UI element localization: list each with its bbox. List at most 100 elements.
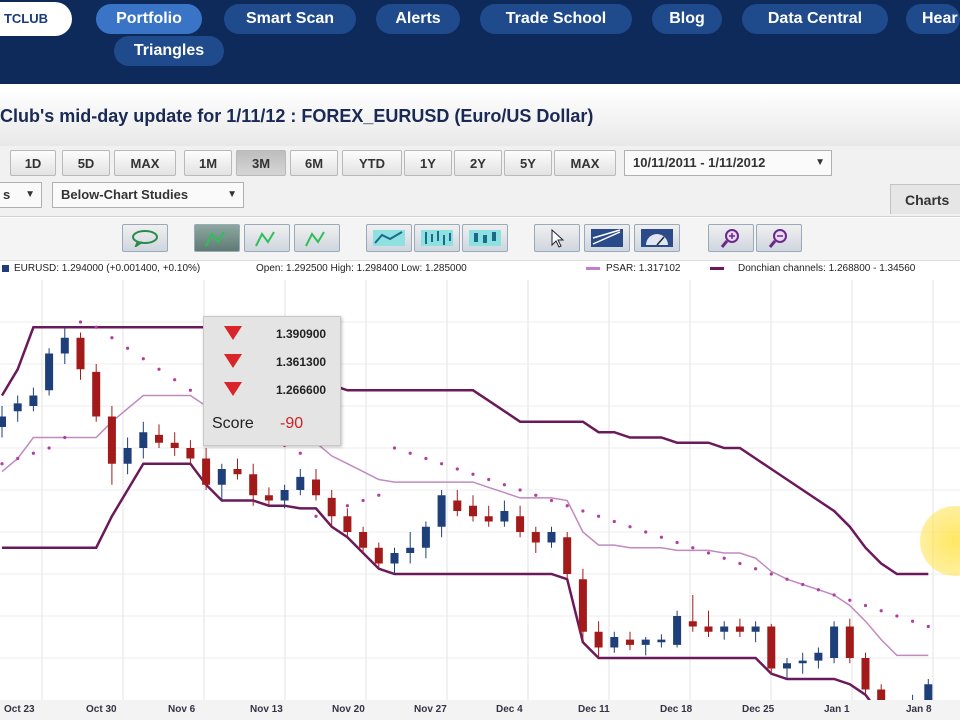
range-1d-button[interactable]: 1D — [10, 150, 56, 176]
candle-body — [657, 639, 666, 643]
psar-value: PSAR: 1.317102 — [606, 263, 681, 274]
trend-weekly-icon[interactable] — [244, 224, 290, 252]
line-chart-glyph — [373, 230, 405, 246]
candle-body — [845, 626, 854, 658]
line-chart-icon[interactable] — [366, 224, 412, 252]
zoom-out-icon[interactable] — [756, 224, 802, 252]
psar-dot — [769, 572, 773, 576]
date-range-dropdown[interactable]: 10/11/2011 - 1/11/2012 ▼ — [624, 150, 832, 176]
range-1m-button[interactable]: 1M — [184, 150, 232, 176]
signal-value: 1.361300 — [276, 355, 327, 369]
x-tick-label: Oct 23 — [4, 704, 35, 715]
candle-body — [0, 416, 6, 427]
trendline-draw-icon[interactable] — [584, 224, 630, 252]
psar-dot — [188, 388, 192, 392]
studies-dropdown[interactable]: s ▼ — [0, 182, 42, 208]
psar-dot — [816, 588, 821, 592]
candlestick-chart-glyph — [469, 230, 501, 246]
pointer-icon[interactable] — [534, 224, 580, 252]
candle-body — [469, 505, 477, 517]
psar-dot — [848, 598, 852, 602]
range-1y-button[interactable]: 1Y — [404, 150, 452, 176]
psar-dot — [314, 514, 318, 518]
price-chart[interactable] — [0, 280, 960, 700]
psar-dot — [31, 451, 35, 455]
ohlc-chart-glyph — [421, 230, 453, 246]
range-2y-button[interactable]: 2Y — [454, 150, 502, 176]
x-tick-label: Dec 11 — [578, 704, 610, 715]
tab-charts[interactable]: Charts — [890, 184, 960, 214]
psar-dot — [502, 483, 506, 487]
psar-dot — [722, 556, 726, 560]
candle-body — [421, 526, 430, 548]
range-5d-button[interactable]: 5D — [62, 150, 110, 176]
x-tick-label: Nov 13 — [250, 704, 283, 715]
nav-hear[interactable]: Hear — [906, 4, 960, 34]
psar-dot — [706, 551, 711, 555]
candle-body — [170, 442, 179, 448]
psar-dot — [911, 619, 915, 623]
nav-data-central[interactable]: Data Central — [742, 4, 888, 34]
top-navigation: TCLUB Portfolio Smart Scan Alerts Trade … — [0, 0, 960, 84]
trend-neutral-icon[interactable] — [194, 224, 240, 252]
candle-body — [202, 458, 211, 485]
psar-dot — [455, 467, 459, 471]
candle-body — [107, 416, 116, 464]
psar-dot — [879, 609, 883, 613]
below-chart-studies-dropdown[interactable]: Below-Chart Studies ▼ — [52, 182, 244, 208]
nav-blog[interactable]: Blog — [652, 4, 722, 34]
nav-trade-school[interactable]: Trade School — [480, 4, 632, 34]
psar-dot — [298, 451, 302, 455]
candle-body — [751, 626, 760, 632]
nav-smart-scan[interactable]: Smart Scan — [224, 4, 356, 34]
psar-dot — [628, 525, 632, 529]
range-3m-button[interactable]: 3M — [236, 150, 286, 176]
pointer-glyph — [551, 228, 565, 248]
psar-dot — [16, 456, 20, 461]
range-6m-button[interactable]: 6M — [290, 150, 338, 176]
candle-body — [390, 553, 399, 564]
comment-icon[interactable] — [122, 224, 168, 252]
score-label: Score — [212, 415, 254, 432]
candle-body — [924, 684, 933, 700]
site-logo[interactable]: TCLUB — [0, 2, 72, 36]
candle-body — [814, 652, 823, 661]
psar-dot — [141, 357, 145, 361]
range-ytd-button[interactable]: YTD — [342, 150, 402, 176]
psar-dot — [534, 493, 538, 497]
candlestick-chart-icon[interactable] — [462, 224, 508, 252]
trend-daily-icon[interactable] — [294, 224, 340, 252]
nav-triangles[interactable]: Triangles — [114, 36, 224, 66]
ohlc-chart-icon[interactable] — [414, 224, 460, 252]
nav-portfolio[interactable]: Portfolio — [96, 4, 202, 34]
nav-alerts[interactable]: Alerts — [376, 4, 460, 34]
comment-icon-glyph — [132, 230, 158, 247]
candle-body — [249, 474, 258, 496]
psar-dot — [487, 477, 491, 482]
range-5y-button[interactable]: 5Y — [504, 150, 552, 176]
chevron-down-icon: ▼ — [25, 189, 35, 200]
below-chart-studies-label: Below-Chart Studies — [61, 187, 189, 202]
chart-icon-toolbar — [0, 218, 960, 261]
range-max-button-2[interactable]: MAX — [554, 150, 616, 176]
psar-dot — [173, 378, 177, 382]
candle-body — [92, 371, 101, 417]
candle-body — [186, 448, 195, 459]
trend-daily-glyph — [305, 231, 325, 247]
page-title: Club's mid-day update for 1/11/12 : FORE… — [0, 106, 594, 126]
gauge-icon[interactable] — [634, 224, 680, 252]
x-axis — [0, 700, 960, 720]
psar-dot — [659, 535, 664, 539]
psar-dot — [565, 504, 569, 508]
psar-dot — [549, 498, 554, 503]
candle-body — [374, 547, 383, 564]
psar-dot — [691, 546, 695, 550]
psar-dot — [78, 320, 83, 324]
zoom-in-icon[interactable] — [708, 224, 754, 252]
down-arrow-icon — [224, 326, 242, 340]
candle-body — [280, 490, 289, 501]
range-max-button[interactable]: MAX — [114, 150, 176, 176]
psar-dot — [126, 346, 130, 350]
psar-dot — [63, 435, 67, 440]
studies-dropdown-value: s — [3, 187, 11, 202]
